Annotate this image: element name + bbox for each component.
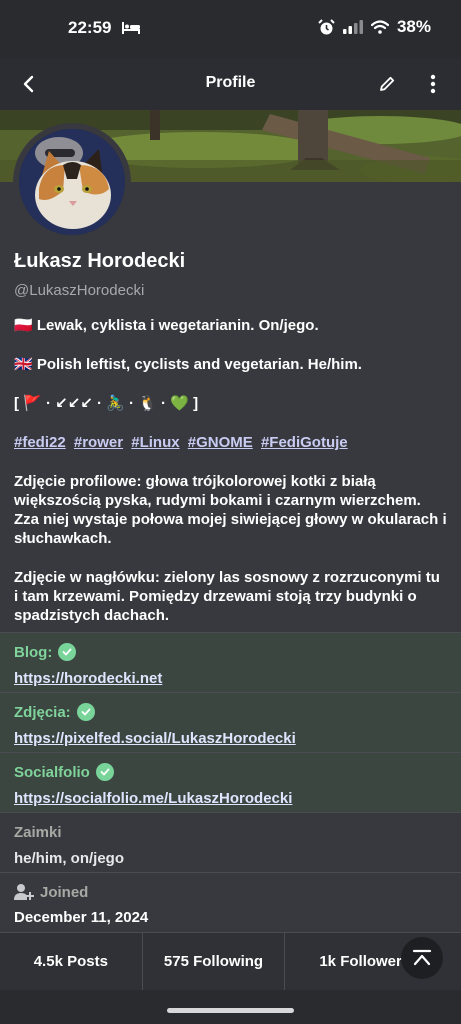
hashtag-link[interactable]: #rower (74, 434, 123, 451)
posts-count-button[interactable]: 4.5k Posts (0, 933, 143, 990)
status-right: 38% (318, 17, 431, 37)
field-label-wrap: Socialfolio (14, 762, 447, 782)
profile-stats: 4.5k Posts 575 Following 1k Followers (0, 932, 461, 990)
bio-avatar-description: Zdjęcie profilowe: głowa trójkolorowej k… (14, 473, 447, 547)
profile-field-pronouns: Zaimki he/him, on/jego (0, 812, 461, 872)
bio-header-description: Zdjęcie w nagłówku: zielony las sosnowy … (14, 569, 440, 624)
scroll-to-top-icon (412, 949, 432, 966)
battery-text: 38% (396, 17, 431, 36)
joined-date: December 11, 2024 (14, 909, 149, 926)
alarm-icon (318, 18, 335, 34)
field-label: Blog: (14, 643, 53, 661)
verified-check-icon (58, 643, 77, 661)
avatar-frame[interactable] (13, 123, 131, 241)
verified-check-icon (95, 763, 114, 781)
profile-bio: 🇵🇱 Lewak, cyklista i wegetarianin. On/je… (14, 316, 448, 645)
field-link[interactable]: https://horodecki.net (14, 670, 447, 687)
more-options-button[interactable] (419, 70, 447, 98)
status-time: 22:59 (68, 18, 112, 37)
hashtag-link[interactable]: #Linux (131, 434, 179, 451)
field-label-wrap: Zdjęcia: (14, 702, 447, 722)
profile-fields: Blog: https://horodecki.net Zdjęcia: htt… (0, 632, 461, 934)
pencil-icon (380, 76, 395, 91)
app-bar: Profile (0, 58, 461, 110)
avatar (19, 129, 125, 235)
bio-emoji-line: [ 🚩 · ↙↙↙ · 🚴‍♂️ · 🐧 · 💚 ] (14, 395, 199, 412)
field-link[interactable]: https://pixelfed.social/LukaszHorodecki (14, 730, 447, 747)
signal-icon (342, 20, 363, 34)
joined-section: Joined December 11, 2024 (0, 872, 461, 934)
bed-icon (122, 22, 140, 34)
verified-check-icon (76, 703, 95, 721)
more-vertical-icon (430, 74, 436, 94)
bio-line-pl: 🇵🇱 Lewak, cyklista i wegetarianin. On/je… (14, 317, 319, 334)
person-add-icon (14, 884, 34, 900)
bio-hashtags: #fedi22 #rower #Linux #GNOME #FediGotuje (14, 433, 448, 452)
hashtag-link[interactable]: #FediGotuje (261, 434, 348, 451)
field-label: Zdjęcia: (14, 703, 71, 721)
bio-line-en: 🇬🇧 Polish leftist, cyclists and vegetari… (14, 356, 362, 373)
home-bar-area (0, 990, 461, 1024)
hashtag-link[interactable]: #GNOME (188, 434, 253, 451)
field-label-wrap: Blog: (14, 642, 447, 662)
status-bar: 22:59 38% (0, 0, 461, 58)
home-indicator[interactable] (167, 1008, 294, 1013)
cat-avatar-illustration (19, 129, 125, 235)
profile-field-socialfolio: Socialfolio https://socialfolio.me/Lukas… (0, 752, 461, 812)
scroll-to-top-button[interactable] (401, 937, 443, 979)
hashtag-link[interactable]: #fedi22 (14, 434, 66, 451)
profile-field-photos: Zdjęcia: https://pixelfed.social/LukaszH… (0, 692, 461, 752)
following-count-button[interactable]: 575 Following (143, 933, 286, 990)
profile-field-blog: Blog: https://horodecki.net (0, 632, 461, 692)
wifi-icon (370, 20, 389, 34)
joined-label: Joined (40, 883, 89, 901)
field-link[interactable]: https://socialfolio.me/LukaszHorodecki (14, 790, 447, 807)
account-handle: @LukaszHorodecki (14, 282, 145, 299)
field-label: Zaimki (14, 823, 62, 841)
joined-label-wrap: Joined (14, 883, 447, 901)
field-value: he/him, on/jego (14, 850, 125, 867)
edit-profile-button[interactable] (373, 70, 401, 98)
field-label: Socialfolio (14, 763, 90, 781)
display-name: Łukasz Horodecki (14, 250, 186, 272)
